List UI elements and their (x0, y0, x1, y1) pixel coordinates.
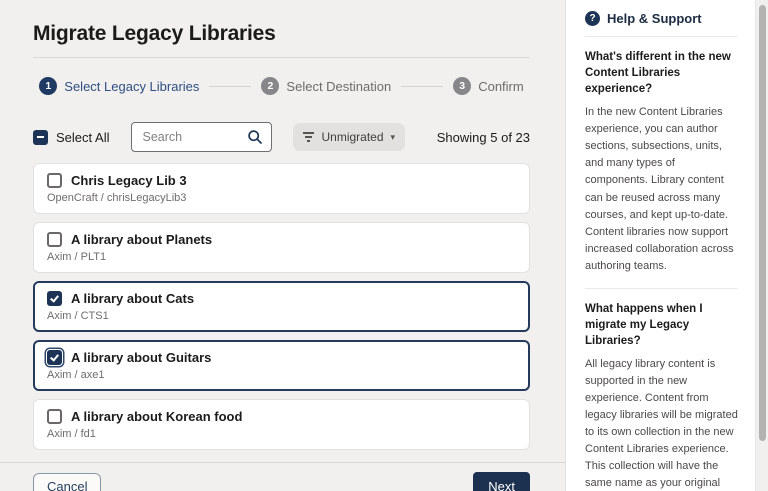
library-title: A library about Planets (71, 232, 212, 247)
library-card-planets[interactable]: A library about Planets Axim / PLT1 (33, 222, 530, 273)
search-box[interactable] (131, 122, 272, 152)
help-section-whats-different: What's different in the new Content Libr… (585, 37, 738, 289)
select-all-checkbox[interactable]: Select All (33, 130, 109, 145)
library-card-cats[interactable]: A library about Cats Axim / CTS1 (33, 281, 530, 332)
library-card-korean-food[interactable]: A library about Korean food Axim / fd1 (33, 399, 530, 450)
list-toolbar: Select All Unmigrated ▾ Showing 5 of 23 (33, 122, 530, 152)
library-checkbox[interactable] (47, 291, 62, 306)
unmigrated-filter-button[interactable]: Unmigrated ▾ (293, 123, 405, 151)
library-org-key: Axim / CTS1 (47, 310, 516, 322)
migrate-legacy-libraries-page: Migrate Legacy Libraries 1 Select Legacy… (0, 0, 768, 491)
filter-icon (303, 132, 314, 142)
library-org-key: Axim / axe1 (47, 369, 516, 381)
library-list: Chris Legacy Lib 3 OpenCraft / chrisLega… (33, 163, 530, 450)
scrollbar-thumb[interactable] (759, 5, 766, 441)
cancel-button[interactable]: Cancel (33, 473, 101, 491)
library-checkbox[interactable] (47, 350, 62, 365)
help-heading: What's different in the new Content Libr… (585, 49, 738, 97)
step-1-circle: 1 (39, 77, 57, 95)
help-paragraph: In the new Content Libraries experience,… (585, 104, 738, 274)
library-org-key: OpenCraft / chrisLegacyLib3 (47, 192, 516, 204)
library-org-key: Axim / PLT1 (47, 251, 516, 263)
filter-label: Unmigrated (321, 130, 383, 144)
step-select-legacy-libraries[interactable]: 1 Select Legacy Libraries (39, 77, 199, 95)
help-support-title: Help & Support (607, 11, 702, 26)
help-paragraph: All legacy library content is supported … (585, 356, 738, 491)
library-card-chris-legacy-lib-3[interactable]: Chris Legacy Lib 3 OpenCraft / chrisLega… (33, 163, 530, 214)
step-connector (401, 86, 443, 87)
select-all-label: Select All (56, 130, 109, 145)
help-support-sidebar: ? Help & Support What's different in the… (565, 0, 755, 491)
migration-stepper: 1 Select Legacy Libraries 2 Select Desti… (33, 77, 530, 95)
wizard-footer: Cancel Next (0, 462, 565, 491)
library-title: Chris Legacy Lib 3 (71, 173, 187, 188)
library-title: A library about Korean food (71, 409, 242, 424)
help-section-what-happens: What happens when I migrate my Legacy Li… (585, 289, 738, 491)
step-confirm[interactable]: 3 Confirm (453, 77, 524, 95)
select-all-checkbox-box[interactable] (33, 130, 48, 145)
indeterminate-icon (37, 136, 44, 138)
help-support-header: ? Help & Support (585, 11, 738, 37)
library-org-key: Axim / fd1 (47, 428, 516, 440)
step-1-label: Select Legacy Libraries (64, 79, 199, 94)
next-button[interactable]: Next (473, 472, 530, 491)
step-2-label: Select Destination (286, 79, 391, 94)
search-icon[interactable] (247, 129, 263, 145)
library-card-guitars[interactable]: A library about Guitars Axim / axe1 (33, 340, 530, 391)
step-select-destination[interactable]: 2 Select Destination (261, 77, 391, 95)
help-heading: What happens when I migrate my Legacy Li… (585, 301, 738, 349)
check-icon (50, 352, 59, 361)
page-scrollbar[interactable] (755, 0, 768, 491)
search-input[interactable] (142, 130, 247, 144)
step-3-circle: 3 (453, 77, 471, 95)
library-checkbox[interactable] (47, 232, 62, 247)
library-title: A library about Guitars (71, 350, 211, 365)
showing-count: Showing 5 of 23 (437, 130, 530, 145)
chevron-down-icon: ▾ (391, 132, 396, 143)
help-question-icon: ? (585, 11, 600, 26)
step-2-circle: 2 (261, 77, 279, 95)
page-title: Migrate Legacy Libraries (33, 22, 530, 58)
step-connector (209, 86, 251, 87)
step-3-label: Confirm (478, 79, 524, 94)
library-checkbox[interactable] (47, 409, 62, 424)
check-icon (50, 293, 59, 302)
library-checkbox[interactable] (47, 173, 62, 188)
main-content: Migrate Legacy Libraries 1 Select Legacy… (0, 0, 565, 491)
library-title: A library about Cats (71, 291, 194, 306)
